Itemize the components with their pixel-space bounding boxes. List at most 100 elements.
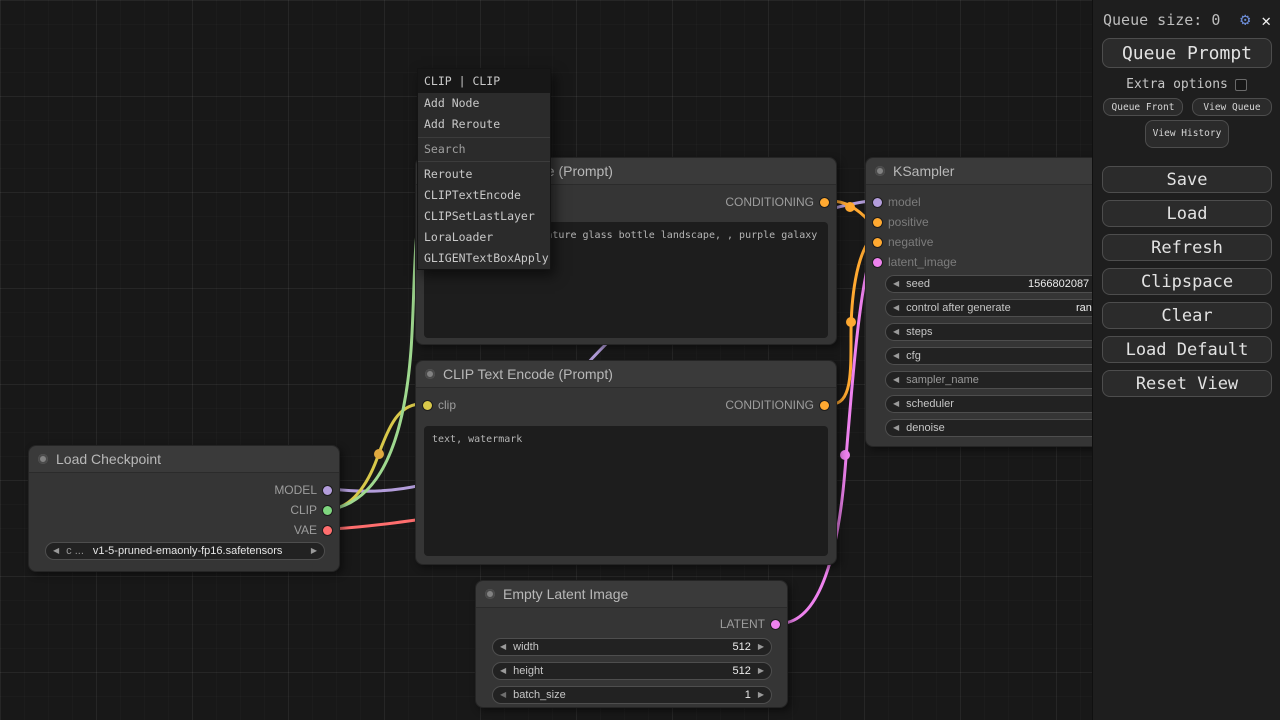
widget-label: cfg <box>906 350 921 362</box>
menu-item-add-node[interactable]: Add Node <box>418 93 550 114</box>
menu-item-gligentextboxapply[interactable]: GLIGENTextBoxApply <box>418 248 550 269</box>
node-collapse-dot[interactable] <box>38 454 48 464</box>
node-header[interactable]: Load Checkpoint <box>29 446 339 473</box>
increment-arrow-icon[interactable]: ▶ <box>311 547 317 555</box>
node-clip-text-encode-2[interactable]: CLIP Text Encode (Prompt) clip CONDITION… <box>415 360 837 565</box>
widget-label: steps <box>906 326 932 338</box>
widget-value: 1 <box>745 689 751 701</box>
comfy-menu-panel: Queue size: 0 ⚙ ✕ Queue Prompt Extra opt… <box>1092 0 1280 720</box>
decrement-arrow-icon[interactable]: ◀ <box>893 352 899 360</box>
node-title: Load Checkpoint <box>56 451 161 467</box>
load-default-button[interactable]: Load Default <box>1102 336 1272 363</box>
decrement-arrow-icon[interactable]: ◀ <box>893 328 899 336</box>
decrement-arrow-icon[interactable]: ◀ <box>893 280 899 288</box>
slot-label: CONDITIONING <box>725 398 814 412</box>
widget-label: width <box>513 641 539 653</box>
decrement-arrow-icon[interactable]: ◀ <box>893 424 899 432</box>
reset-view-button[interactable]: Reset View <box>1102 370 1272 397</box>
decrement-arrow-icon[interactable]: ◀ <box>893 400 899 408</box>
output-port-model[interactable] <box>323 486 332 495</box>
load-button[interactable]: Load <box>1102 200 1272 227</box>
view-history-button[interactable]: View History <box>1145 120 1229 148</box>
context-menu: CLIP | CLIP Add Node Add Reroute Search … <box>417 68 551 270</box>
widget-height[interactable]: ◀ height 512 ▶ <box>492 662 772 680</box>
input-port-clip[interactable] <box>423 401 432 410</box>
link-conditioning-negative <box>832 241 869 404</box>
widget-label: denoise <box>906 422 945 434</box>
decrement-arrow-icon[interactable]: ◀ <box>893 376 899 384</box>
prompt-textarea[interactable]: text, watermark <box>424 426 828 556</box>
slot-label: CLIP <box>290 503 317 517</box>
output-port-clip[interactable] <box>323 506 332 515</box>
extra-options-checkbox[interactable] <box>1235 79 1247 91</box>
context-menu-title: CLIP | CLIP <box>418 69 550 93</box>
refresh-button[interactable]: Refresh <box>1102 234 1272 261</box>
node-header[interactable]: CLIP Text Encode (Prompt) <box>416 361 836 388</box>
queue-front-button[interactable]: Queue Front <box>1103 98 1183 116</box>
slot-label: VAE <box>294 523 317 537</box>
decrement-arrow-icon[interactable]: ◀ <box>53 547 59 555</box>
menu-item-add-reroute[interactable]: Add Reroute <box>418 114 550 135</box>
link-dot-clip <box>374 449 384 459</box>
widget-label: c ... <box>66 545 84 557</box>
output-slot-conditioning: CONDITIONING <box>725 395 829 415</box>
output-port-vae[interactable] <box>323 526 332 535</box>
output-slot-clip: CLIP <box>290 500 332 520</box>
decrement-arrow-icon[interactable]: ◀ <box>500 667 506 675</box>
clipspace-button[interactable]: Clipspace <box>1102 268 1272 295</box>
output-port-conditioning[interactable] <box>820 401 829 410</box>
save-button[interactable]: Save <box>1102 166 1272 193</box>
increment-arrow-icon[interactable]: ▶ <box>758 691 764 699</box>
input-port-model[interactable] <box>873 198 882 207</box>
node-load-checkpoint[interactable]: Load Checkpoint MODEL CLIP VAE ◀ c ... v… <box>28 445 340 572</box>
view-queue-button[interactable]: View Queue <box>1192 98 1272 116</box>
widget-label: batch_size <box>513 689 566 701</box>
link-dot-negative <box>846 317 856 327</box>
input-port-negative[interactable] <box>873 238 882 247</box>
context-menu-search-input[interactable]: Search <box>418 137 550 162</box>
node-empty-latent-image[interactable]: Empty Latent Image LATENT ◀ width 512 ▶ … <box>475 580 788 708</box>
queue-prompt-button[interactable]: Queue Prompt <box>1102 38 1272 68</box>
menu-item-cliptextencode[interactable]: CLIPTextEncode <box>418 185 550 206</box>
clear-button[interactable]: Clear <box>1102 302 1272 329</box>
slot-label: model <box>888 195 921 209</box>
output-slot-conditioning: CONDITIONING <box>725 192 829 212</box>
input-slot-model: model <box>873 192 921 212</box>
increment-arrow-icon[interactable]: ▶ <box>758 667 764 675</box>
input-port-positive[interactable] <box>873 218 882 227</box>
node-collapse-dot[interactable] <box>485 589 495 599</box>
node-header[interactable]: Empty Latent Image <box>476 581 787 608</box>
link-dot-latent <box>840 450 850 460</box>
menu-item-clipsetlastlayer[interactable]: CLIPSetLastLayer <box>418 206 550 227</box>
widget-value: v1-5-pruned-emaonly-fp16.safetensors <box>93 545 283 557</box>
decrement-arrow-icon[interactable]: ◀ <box>500 691 506 699</box>
widget-ckpt-name[interactable]: ◀ c ... v1-5-pruned-emaonly-fp16.safeten… <box>45 542 325 560</box>
widget-label: seed <box>906 278 930 290</box>
gear-icon[interactable]: ⚙ <box>1240 10 1250 30</box>
output-port-conditioning[interactable] <box>820 198 829 207</box>
output-slot-vae: VAE <box>294 520 332 540</box>
slot-label: CONDITIONING <box>725 195 814 209</box>
slot-label: latent_image <box>888 255 957 269</box>
input-slot-positive: positive <box>873 212 929 232</box>
menu-item-loraloader[interactable]: LoraLoader <box>418 227 550 248</box>
queue-size-label: Queue size: 0 <box>1103 11 1232 29</box>
menu-item-reroute[interactable]: Reroute <box>418 164 550 185</box>
decrement-arrow-icon[interactable]: ◀ <box>893 304 899 312</box>
output-port-latent[interactable] <box>771 620 780 629</box>
output-slot-latent: LATENT <box>720 614 780 634</box>
node-title: Empty Latent Image <box>503 586 628 602</box>
widget-batch-size[interactable]: ◀ batch_size 1 ▶ <box>492 686 772 704</box>
node-collapse-dot[interactable] <box>875 166 885 176</box>
increment-arrow-icon[interactable]: ▶ <box>758 643 764 651</box>
close-icon[interactable]: ✕ <box>1258 11 1274 30</box>
node-collapse-dot[interactable] <box>425 369 435 379</box>
extra-options-label: Extra options <box>1126 77 1228 92</box>
widget-width[interactable]: ◀ width 512 ▶ <box>492 638 772 656</box>
input-slot-clip: clip <box>423 395 456 415</box>
decrement-arrow-icon[interactable]: ◀ <box>500 643 506 651</box>
node-graph-canvas[interactable]: CLIP Text Encode (Prompt) CONDITIONING b… <box>0 0 1280 720</box>
input-port-latent-image[interactable] <box>873 258 882 267</box>
slot-label: negative <box>888 235 933 249</box>
slot-label: LATENT <box>720 617 765 631</box>
